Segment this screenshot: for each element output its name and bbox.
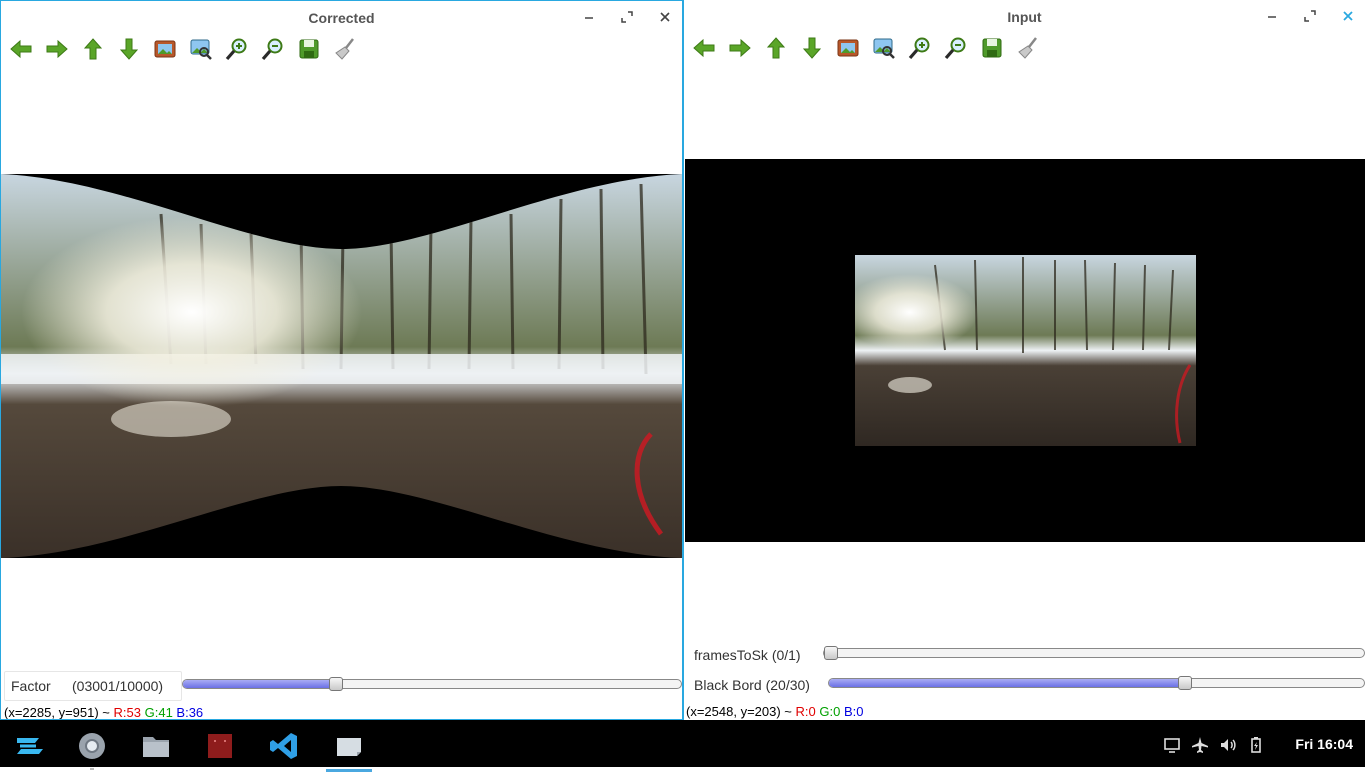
files-icon[interactable] xyxy=(136,726,176,766)
save-icon[interactable] xyxy=(297,37,321,61)
titlebar[interactable]: Input xyxy=(684,0,1365,34)
trackbar-value: (0/1) xyxy=(771,647,801,663)
window-input: Input framesToSk (0/1) Black Bord (20/30… xyxy=(683,0,1365,720)
app-red-icon[interactable] xyxy=(200,726,240,766)
status-green: G:0 xyxy=(819,704,841,719)
titlebar[interactable]: Corrected xyxy=(1,1,682,35)
status-coords: (x=2285, y=951) ~ xyxy=(4,705,110,720)
image-canvas[interactable] xyxy=(685,159,1365,542)
clear-icon[interactable] xyxy=(333,37,357,61)
trackbar-frames[interactable] xyxy=(823,646,1365,660)
trackbar-factor[interactable] xyxy=(182,677,682,691)
status-bar: (x=2548, y=203) ~ R:0 G:0 B:0 xyxy=(686,704,863,719)
minimize-button[interactable] xyxy=(1264,8,1280,24)
vscode-icon[interactable] xyxy=(264,726,304,766)
slider-handle[interactable] xyxy=(1177,676,1192,690)
running-indicator xyxy=(90,768,94,770)
arrow-left-icon[interactable] xyxy=(9,37,33,61)
window-title: Input xyxy=(1007,9,1042,25)
save-icon[interactable] xyxy=(980,36,1004,60)
zoom-out-icon[interactable] xyxy=(261,37,285,61)
zoom-out-icon[interactable] xyxy=(944,36,968,60)
trackbar-value: (20/30) xyxy=(765,677,810,693)
zoom-in-icon[interactable] xyxy=(908,36,932,60)
image-viewer-icon[interactable] xyxy=(326,726,372,772)
taskbar: Fri 16:04 xyxy=(0,720,1365,772)
status-blue: B:36 xyxy=(176,705,204,720)
status-bar: (x=2285, y=951) ~ R:53 G:41 B:36 xyxy=(4,705,204,720)
status-red: R:53 xyxy=(113,705,141,720)
trackbar-frames-label: framesToSk (0/1) xyxy=(694,647,801,663)
airplane-icon[interactable] xyxy=(1191,736,1209,754)
arrow-right-icon[interactable] xyxy=(45,37,69,61)
slider-fill xyxy=(183,680,336,688)
minimize-button[interactable] xyxy=(581,9,597,25)
arrow-right-icon[interactable] xyxy=(728,36,752,60)
arrow-up-icon[interactable] xyxy=(81,37,105,61)
slider-fill xyxy=(829,679,1185,687)
slider-handle[interactable] xyxy=(824,646,838,660)
trackbar-blackbord[interactable] xyxy=(828,676,1365,690)
zoom-fit-icon[interactable] xyxy=(872,36,896,60)
maximize-button[interactable] xyxy=(619,9,635,25)
close-button[interactable] xyxy=(657,9,673,25)
volume-icon[interactable] xyxy=(1219,736,1237,754)
trackbar-value: (03001/10000) xyxy=(72,678,164,694)
zoom-fit-icon[interactable] xyxy=(189,37,213,61)
display-icon[interactable] xyxy=(1163,736,1181,754)
image-icon[interactable] xyxy=(836,36,860,60)
status-coords: (x=2548, y=203) ~ xyxy=(686,704,792,719)
trackbar-name: Black Bord xyxy=(694,677,762,693)
window-title: Corrected xyxy=(308,10,375,26)
image-canvas[interactable] xyxy=(1,174,682,558)
clear-icon[interactable] xyxy=(1016,36,1040,60)
zoom-in-icon[interactable] xyxy=(225,37,249,61)
maximize-button[interactable] xyxy=(1302,8,1318,24)
battery-icon[interactable] xyxy=(1247,736,1265,754)
chrome-icon[interactable] xyxy=(72,726,112,770)
status-blue: B:0 xyxy=(843,704,864,719)
image-icon[interactable] xyxy=(153,37,177,61)
status-green: G:41 xyxy=(144,705,173,720)
slider-handle[interactable] xyxy=(328,677,343,691)
trackbar-name: Factor xyxy=(11,678,51,694)
corrected-image xyxy=(1,174,682,558)
status-red: R:0 xyxy=(795,704,816,719)
clock[interactable]: Fri 16:04 xyxy=(1295,736,1353,752)
window-corrected: Corrected Factor (03001/10000) (x=2285, … xyxy=(0,0,683,720)
close-button[interactable] xyxy=(1340,8,1356,24)
trackbar-factor-label: Factor (03001/10000) xyxy=(4,671,182,701)
arrow-down-icon[interactable] xyxy=(800,36,824,60)
trackbar-name: framesToSk xyxy=(694,647,768,663)
zorin-menu-icon[interactable] xyxy=(8,726,48,766)
arrow-up-icon[interactable] xyxy=(764,36,788,60)
arrow-left-icon[interactable] xyxy=(692,36,716,60)
arrow-down-icon[interactable] xyxy=(117,37,141,61)
input-image xyxy=(855,255,1196,446)
trackbar-blackbord-label: Black Bord (20/30) xyxy=(694,677,810,693)
